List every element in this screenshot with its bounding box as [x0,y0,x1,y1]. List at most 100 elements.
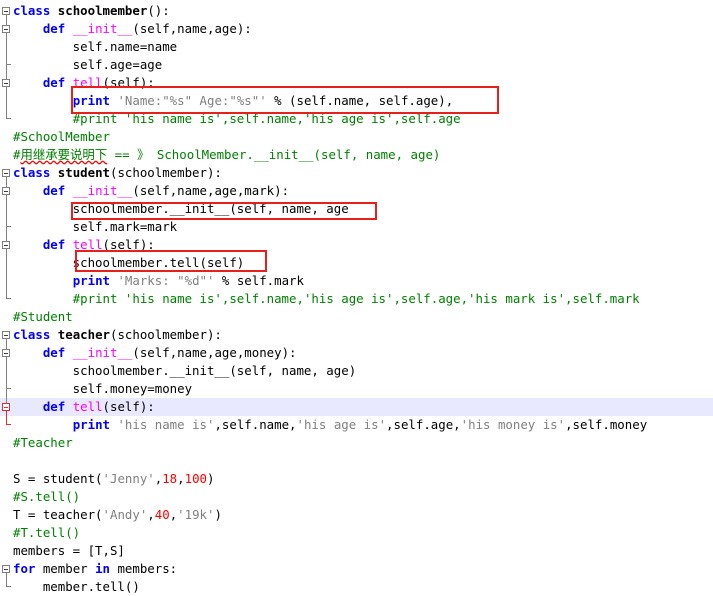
fold-guide-end [6,64,11,65]
code-line-text: #SchoolMember [13,128,110,146]
code-token: def [42,237,66,252]
code-line[interactable]: self.age=age [0,56,713,74]
code-editor[interactable]: class schoolmember(): def __init__(self,… [0,0,713,596]
code-line[interactable]: member.tell() [0,578,713,596]
code-token: self.money=money [13,381,193,396]
code-line-text: T = teacher('Andy',40,'19k') [13,506,222,524]
code-line-text: #Teacher [13,434,73,452]
code-token: __init__ [72,21,133,36]
fold-toggle-icon[interactable] [2,79,10,87]
code-line[interactable]: def __init__(self,name,age,money): [0,344,713,362]
code-line-text: def __init__(self,name,age,mark): [13,182,289,200]
code-line[interactable] [0,452,713,470]
fold-toggle-icon[interactable] [2,187,10,195]
code-line-text: class teacher(schoolmember): [13,326,222,344]
code-line[interactable]: S = student('Jenny',18,100) [0,470,713,488]
code-line-text: members = [T,S] [13,542,125,560]
fold-guide-end [6,388,11,389]
code-line[interactable]: #T.tell() [0,524,713,542]
code-line-text: class student(schoolmember): [13,164,222,182]
fold-guide-end [6,298,11,299]
code-token: in [95,561,110,576]
code-token: tell [72,399,103,414]
code-token: 'Marks: "%d"' [117,273,215,288]
fold-guide-line [6,356,7,388]
code-token: (): [147,3,170,18]
code-line-text: S = student('Jenny',18,100) [13,470,214,488]
fold-toggle-icon[interactable] [2,331,10,339]
code-line[interactable]: self.name=name [0,38,713,56]
code-token: 'his age is' [296,417,387,432]
code-token: (schoolmember): [110,327,222,342]
fold-toggle-icon[interactable] [2,169,10,177]
code-token: ,self.age, [386,417,461,432]
code-token: 'Andy' [102,507,148,522]
code-token: member.tell() [13,579,140,594]
code-token: def [42,75,66,90]
code-line[interactable]: #print 'his name is',self.name,'his age … [0,290,713,308]
fold-guide-line [6,572,7,586]
fold-toggle-icon[interactable] [2,565,10,573]
code-line[interactable]: #S.tell() [0,488,713,506]
code-token: def [42,399,66,414]
fold-guide-end [6,118,11,119]
code-token: class [13,3,51,18]
code-token: ) [207,471,215,486]
fold-toggle-icon[interactable] [2,25,10,33]
code-line[interactable]: #Student [0,308,713,326]
code-line-text: def __init__(self,name,age): [13,20,252,38]
code-line-text: for member in members: [13,560,177,578]
fold-guide-end [6,586,11,587]
code-line-text: self.age=age [13,56,163,74]
fold-guide-line [6,32,7,64]
code-token: (self,name,age): [132,21,252,36]
code-line[interactable]: class schoolmember(): [0,2,713,20]
code-line-text: #用继承要说明下 == 》 SchoolMember.__init__(self… [13,146,440,164]
fold-toggle-icon[interactable] [2,403,10,411]
code-line[interactable]: #Teacher [0,434,713,452]
code-token: == 》 SchoolMember.__init__(self, name, a… [107,147,441,162]
code-line[interactable]: #SchoolMember [0,128,713,146]
code-line[interactable]: self.mark=mark [0,218,713,236]
code-token: 18 [162,471,178,486]
code-line[interactable]: for member in members: [0,560,713,578]
code-token: ,self.name, [214,417,297,432]
fold-toggle-icon[interactable] [2,241,10,249]
code-line[interactable]: print 'Marks: "%d"' % self.mark [0,272,713,290]
code-token: S = student( [13,471,103,486]
code-line-text: print 'Marks: "%d"' % self.mark [13,272,304,290]
code-line[interactable]: def __init__(self,name,age,mark): [0,182,713,200]
code-token: self.age=age [13,57,163,72]
code-token: self.mark=mark [13,219,178,234]
code-line[interactable]: def __init__(self,name,age): [0,20,713,38]
code-line[interactable]: class teacher(schoolmember): [0,326,713,344]
fold-toggle-icon[interactable] [2,349,10,357]
fold-guide-line [6,194,7,226]
code-line[interactable]: self.money=money [0,380,713,398]
fold-toggle-icon[interactable] [2,7,10,15]
code-line-text: schoolmember.__init__(self, name, age) [13,362,356,380]
code-line[interactable]: schoolmember.__init__(self, name, age) [0,362,713,380]
code-token: #print 'his name is',self.name,'his age … [72,291,640,306]
code-line[interactable]: members = [T,S] [0,542,713,560]
code-line-text: #Student [13,308,73,326]
code-line[interactable]: #用继承要说明下 == 》 SchoolMember.__init__(self… [0,146,713,164]
code-line[interactable]: print 'his name is',self.name,'his age i… [0,416,713,434]
code-line[interactable]: class student(schoolmember): [0,164,713,182]
code-line-text: #print 'his name is',self.name,'his age … [13,290,640,308]
code-token: student [57,165,110,180]
code-line[interactable]: def tell(self): [0,398,713,416]
code-token: ) [214,507,222,522]
code-token: for [13,561,36,576]
code-token: 用继承要说明下 [20,147,108,162]
code-line[interactable]: T = teacher('Andy',40,'19k') [0,506,713,524]
code-token: #S.tell() [13,489,81,504]
code-token: T = teacher( [13,507,103,522]
code-token: (schoolmember): [110,165,222,180]
